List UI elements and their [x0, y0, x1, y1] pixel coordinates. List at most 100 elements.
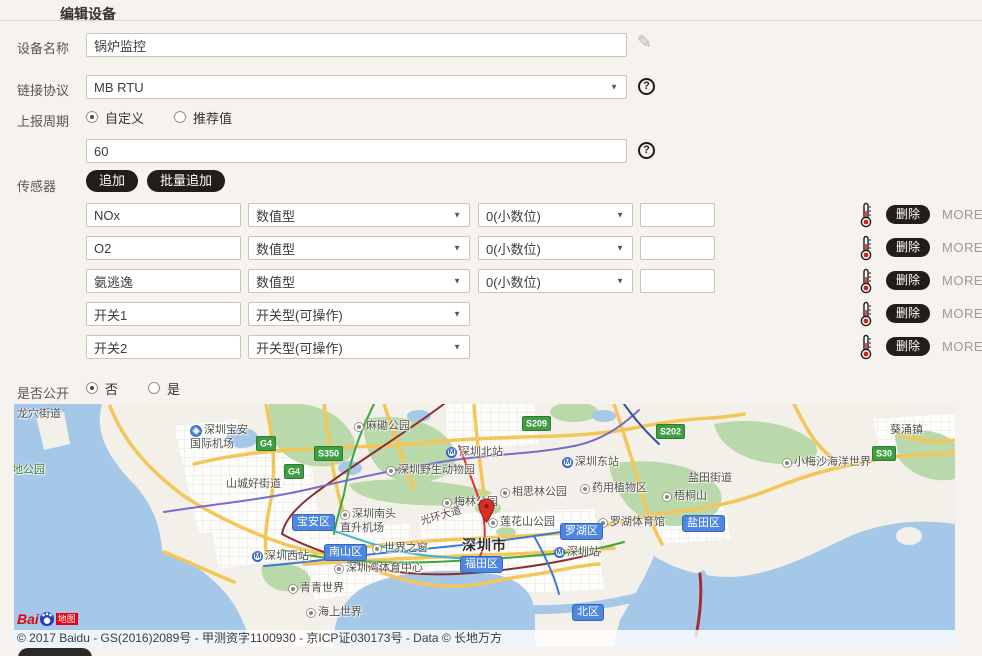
- protocol-help-icon[interactable]: ?: [638, 78, 655, 95]
- more-link[interactable]: MORE: [942, 240, 982, 255]
- radio-label: 否: [105, 379, 118, 398]
- sensor-decimals-value: 0(小数位): [486, 272, 541, 291]
- sensor-name-input[interactable]: [86, 269, 241, 293]
- radio-dot[interactable]: [86, 382, 98, 394]
- sensor-type-value: 开关型(可操作): [256, 305, 343, 324]
- poi-icon: [288, 584, 298, 594]
- map-label: 南山区: [324, 544, 367, 561]
- delete-sensor-button[interactable]: 删除: [886, 337, 930, 356]
- poi-icon: [372, 544, 382, 554]
- map-label: 药用植物区: [580, 482, 647, 496]
- map-copyright: © 2017 Baidu - GS(2016)2089号 - 甲测资字11009…: [14, 630, 955, 647]
- thermometer-icon: [858, 334, 874, 360]
- poi-icon: [334, 564, 344, 574]
- map-label: 盐田街道: [688, 472, 732, 486]
- radio-label: 自定义: [105, 108, 144, 127]
- add-sensor-button[interactable]: 追加: [86, 170, 138, 192]
- sensor-decimals-select[interactable]: 0(小数位) ▼: [478, 269, 633, 293]
- sensor-rows: 数值型 ▼ 0(小数位) ▼ 删除 MORE 数: [86, 203, 982, 368]
- metro-icon: M: [554, 547, 565, 558]
- sensor-type-select[interactable]: 开关型(可操作) ▼: [248, 335, 470, 359]
- more-link[interactable]: MORE: [942, 273, 982, 288]
- batch-add-sensor-button[interactable]: 批量追加: [147, 170, 225, 192]
- poi-icon: [340, 510, 350, 520]
- map-pin-marker[interactable]: [478, 498, 495, 524]
- device-name-label: 设备名称: [17, 38, 69, 57]
- thermometer-icon: [858, 301, 874, 327]
- baidu-paw-icon: [40, 612, 54, 626]
- sensor-decimals-select[interactable]: 0(小数位) ▼: [478, 236, 633, 260]
- delete-sensor-button[interactable]: 删除: [886, 238, 930, 257]
- sensor-extra-input[interactable]: [640, 269, 715, 293]
- map-canvas[interactable]: 龙穴街道湿地公园✈深圳宝安 国际机场麻磡公园M深圳北站M深圳东站深圳野生动物园山…: [14, 404, 955, 647]
- map-label: 北区: [572, 604, 604, 621]
- poi-icon: [580, 484, 590, 494]
- device-name-input[interactable]: [86, 33, 627, 57]
- radio-option[interactable]: 否: [86, 379, 118, 398]
- sensor-name-input[interactable]: [86, 335, 241, 359]
- sensor-row: 数值型 ▼ 0(小数位) ▼ 删除 MORE: [86, 203, 982, 227]
- sensor-name-input[interactable]: [86, 236, 241, 260]
- radio-dot[interactable]: [86, 111, 98, 123]
- radio-label: 是: [167, 379, 180, 398]
- delete-sensor-button[interactable]: 删除: [886, 304, 930, 323]
- sensor-type-value: 数值型: [256, 206, 295, 225]
- sensor-buttons: 追加 批量追加: [86, 170, 225, 192]
- map-label: M深圳北站: [446, 446, 503, 460]
- poi-icon: [354, 422, 364, 432]
- poi-icon: [386, 466, 396, 476]
- map-label: 相思林公园: [500, 486, 567, 500]
- sensors-label: 传感器: [17, 176, 56, 195]
- sensor-extra-input[interactable]: [640, 236, 715, 260]
- map-labels: 龙穴街道湿地公园✈深圳宝安 国际机场麻磡公园M深圳北站M深圳东站深圳野生动物园山…: [14, 404, 955, 647]
- delete-sensor-button[interactable]: 删除: [886, 205, 930, 224]
- title-divider: [0, 20, 982, 21]
- map-label: 青青世界: [288, 582, 344, 596]
- map-label: 罗湖区: [560, 523, 603, 540]
- map-label: M深圳西站: [252, 550, 309, 564]
- sensor-type-select[interactable]: 数值型 ▼: [248, 269, 470, 293]
- baidu-logo[interactable]: Bai 地图: [17, 610, 78, 628]
- sensor-name-input[interactable]: [86, 302, 241, 326]
- map-label: 葵涌镇: [890, 424, 923, 438]
- sensor-name-input[interactable]: [86, 203, 241, 227]
- sensor-row: 数值型 ▼ 0(小数位) ▼ 删除 MORE: [86, 236, 982, 260]
- radio-option[interactable]: 推荐值: [174, 108, 232, 127]
- map-label: M深圳站: [554, 546, 600, 560]
- map-label: S209: [522, 416, 551, 431]
- chevron-down-icon: ▼: [453, 211, 461, 220]
- map-label: 罗湖体育馆: [598, 516, 665, 530]
- sensor-decimals-select[interactable]: 0(小数位) ▼: [478, 203, 633, 227]
- protocol-select[interactable]: MB RTU ▼: [86, 75, 627, 99]
- sensor-type-select[interactable]: 数值型 ▼: [248, 236, 470, 260]
- metro-icon: M: [562, 457, 573, 468]
- map-label: 世界之窗: [372, 542, 428, 556]
- page-title: 编辑设备: [60, 4, 116, 24]
- radio-dot[interactable]: [148, 382, 160, 394]
- radio-dot[interactable]: [174, 111, 186, 123]
- more-link[interactable]: MORE: [942, 306, 982, 321]
- sensor-extra-input[interactable]: [640, 203, 715, 227]
- sensor-type-select[interactable]: 开关型(可操作) ▼: [248, 302, 470, 326]
- map-label: ✈深圳宝安 国际机场: [190, 424, 248, 451]
- map-label: M深圳东站: [562, 456, 619, 470]
- map-label: G4: [256, 436, 276, 451]
- map-label: S202: [656, 424, 685, 439]
- save-button[interactable]: [18, 648, 92, 656]
- edit-pencil-icon[interactable]: ✎: [637, 33, 652, 51]
- chevron-down-icon: ▼: [616, 277, 624, 286]
- map-label: S30: [872, 446, 896, 461]
- radio-option[interactable]: 是: [148, 379, 180, 398]
- delete-sensor-button[interactable]: 删除: [886, 271, 930, 290]
- baidu-logo-text: Bai: [17, 611, 39, 627]
- more-link[interactable]: MORE: [942, 339, 982, 354]
- period-value-input[interactable]: [86, 139, 627, 163]
- thermometer-icon: [858, 202, 874, 228]
- chevron-down-icon: ▼: [453, 277, 461, 286]
- sensor-type-value: 开关型(可操作): [256, 338, 343, 357]
- sensor-type-select[interactable]: 数值型 ▼: [248, 203, 470, 227]
- more-link[interactable]: MORE: [942, 207, 982, 222]
- period-help-icon[interactable]: ?: [638, 142, 655, 159]
- radio-option[interactable]: 自定义: [86, 108, 144, 127]
- thermometer-icon: [858, 268, 874, 294]
